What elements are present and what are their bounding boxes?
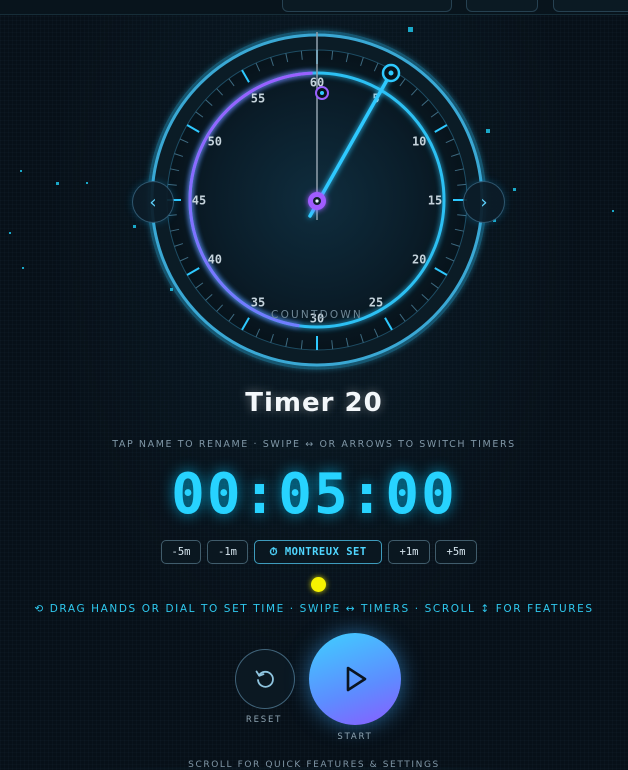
mode-label: COUNTDOWN — [271, 309, 363, 321]
time-display: 00:05:00 — [171, 462, 457, 527]
dial-number: 50 — [208, 135, 222, 149]
timer-dial[interactable]: 60510152025303540455055 COUNTDOWN — [0, 0, 628, 767]
minus-1-minute-button[interactable]: -1m — [207, 540, 248, 564]
dial-center-pin — [315, 199, 319, 203]
scroll-hint: SCROLL FOR QUICK FEATURES & SETTINGS — [188, 760, 440, 770]
dial-number: 15 — [428, 194, 442, 208]
next-timer-button[interactable]: › — [463, 181, 505, 223]
dial-number: 40 — [208, 253, 222, 267]
reset-icon — [255, 670, 274, 688]
dial-number: 35 — [251, 296, 265, 310]
dial-number: 55 — [251, 91, 265, 105]
preset-button[interactable]: ⏱ MONTREUX SET — [254, 540, 382, 564]
start-button[interactable] — [309, 633, 401, 725]
chevron-left-icon: ‹ — [149, 191, 157, 213]
timer-name[interactable]: Timer 20 — [0, 388, 628, 418]
rename-hint: TAP NAME TO RENAME · SWIPE ↔ OR ARROWS T… — [112, 439, 516, 450]
controls-hint: ⟲ DRAG HANDS OR DIAL TO SET TIME · SWIPE… — [34, 603, 594, 615]
plus-5-minutes-button[interactable]: +5m — [435, 540, 477, 564]
reset-label: RESET — [245, 715, 283, 725]
dial-number: 20 — [412, 253, 426, 267]
dial-number: 10 — [412, 135, 426, 149]
play-icon — [346, 666, 367, 692]
minute-hand-knob-center — [388, 70, 394, 76]
start-label: START — [337, 732, 373, 742]
reset-button[interactable] — [235, 649, 295, 709]
chevron-right-icon: › — [480, 191, 488, 213]
hour-hand-knob-center — [320, 91, 324, 95]
dial-number: 25 — [369, 296, 383, 310]
plus-1-minute-button[interactable]: +1m — [388, 540, 430, 564]
prev-timer-button[interactable]: ‹ — [132, 181, 174, 223]
minus-5-minutes-button[interactable]: -5m — [161, 540, 201, 564]
dial-number: 45 — [192, 194, 206, 208]
cursor-dot — [311, 577, 326, 592]
